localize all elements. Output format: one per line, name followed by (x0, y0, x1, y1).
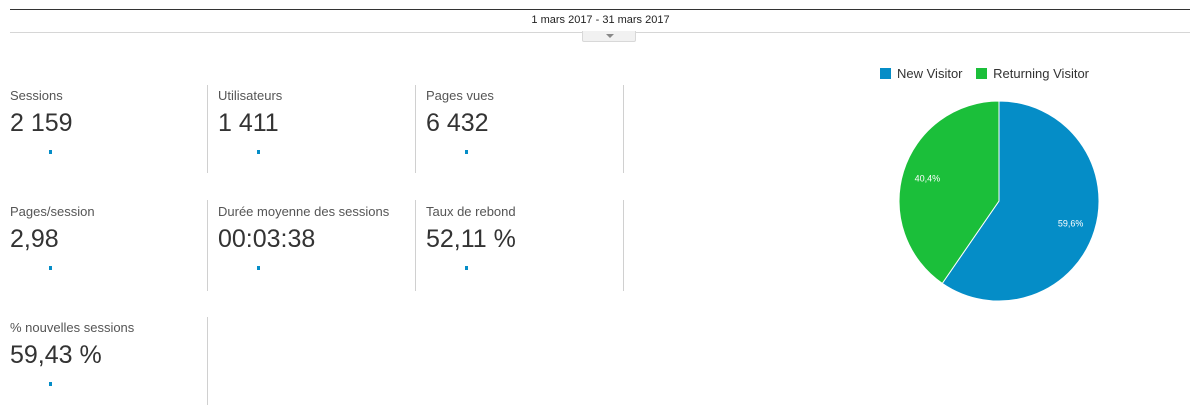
metric-label: Durée moyenne des sessions (218, 204, 390, 219)
sparkline (257, 266, 260, 270)
chevron-down-icon (606, 34, 614, 38)
visitor-pie-chart: 59,6% 40,4% (898, 100, 1100, 302)
metric-new-sessions[interactable]: % nouvelles sessions 59,43 % (0, 317, 208, 407)
pie-slice-label: 59,6% (1058, 218, 1084, 228)
metric-value: 00:03:38 (218, 225, 316, 253)
metric-label: Pages/session (10, 204, 95, 219)
metric-pageviews[interactable]: Pages vues 6 432 (416, 85, 624, 175)
sparkline (49, 150, 52, 154)
metric-value: 2 159 (10, 109, 73, 137)
metric-sessions[interactable]: Sessions 2 159 (0, 85, 208, 175)
collapse-toggle[interactable] (582, 31, 636, 42)
metric-value: 1 411 (218, 109, 279, 137)
metric-avg-session-duration[interactable]: Durée moyenne des sessions 00:03:38 (208, 201, 416, 291)
date-range: 1 mars 2017 - 31 mars 2017 (531, 14, 670, 26)
sparkline (49, 266, 52, 270)
metric-users[interactable]: Utilisateurs 1 411 (208, 85, 416, 175)
pie-slice-label: 40,4% (915, 174, 941, 184)
legend-swatch (976, 68, 988, 80)
sparkline (465, 150, 468, 154)
metric-divider (623, 85, 624, 173)
metric-label: Sessions (10, 88, 63, 103)
metric-value: 2,98 (10, 225, 59, 253)
legend-label: Returning Visitor (993, 66, 1090, 82)
legend-item-new-visitor[interactable]: New Visitor (880, 66, 963, 81)
sparkline (257, 150, 260, 154)
metric-label: Taux de rebond (426, 204, 516, 219)
legend-swatch (880, 68, 891, 80)
metric-bounce-rate[interactable]: Taux de rebond 52,11 % (416, 201, 624, 291)
sparkline (49, 382, 52, 386)
metric-divider (207, 317, 208, 405)
legend-label: New Visitor (897, 66, 963, 82)
metric-value: 52,11 % (426, 225, 516, 253)
sparkline (465, 266, 468, 270)
metric-value: 59,43 % (10, 341, 102, 369)
metric-label: Pages vues (426, 88, 494, 103)
metric-divider (623, 200, 624, 291)
metric-label: Utilisateurs (218, 88, 283, 103)
metric-pages-per-session[interactable]: Pages/session 2,98 (0, 201, 208, 291)
metric-value: 6 432 (426, 109, 489, 137)
top-divider (10, 9, 1190, 10)
legend-item-returning-visitor[interactable]: Returning Visitor (976, 66, 1089, 81)
chart-legend: New Visitor Returning Visitor (880, 65, 1099, 81)
metric-label: % nouvelles sessions (10, 320, 135, 335)
